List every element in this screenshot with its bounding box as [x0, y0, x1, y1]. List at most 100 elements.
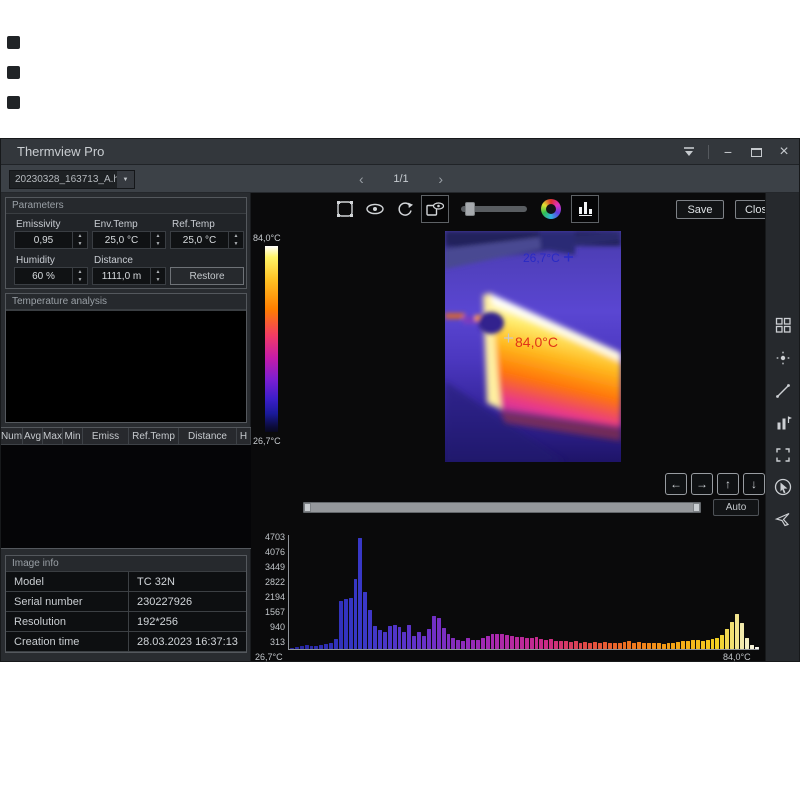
histogram-bar [755, 647, 759, 649]
file-dropdown[interactable]: 20230328_163713_A.hir ▼ [9, 170, 135, 189]
histogram-bar [358, 538, 362, 649]
grid-icon [774, 316, 792, 334]
spot-tool-button[interactable] [773, 348, 793, 368]
emissivity-value[interactable]: 0,95 [15, 232, 72, 248]
env-temp-value[interactable]: 25,0 °C [93, 232, 150, 248]
histogram-bar [344, 599, 348, 649]
image-info-group: Image info ModelTC 32N Serial number2302… [5, 555, 247, 653]
collapse-button[interactable] [680, 143, 698, 161]
histogram-bar [637, 642, 641, 649]
auto-button[interactable]: Auto [713, 499, 759, 516]
thermal-image[interactable]: 26,7°C 84,0°C [445, 231, 621, 462]
rotate-icon [395, 199, 415, 219]
histogram-bar [720, 635, 724, 649]
histogram-bar [437, 618, 441, 649]
histogram-y-tick: 1567 [251, 607, 285, 617]
humidity-stepper[interactable]: 60 % ▲▼ [14, 267, 88, 285]
save-button[interactable]: Save [676, 200, 724, 219]
histogram-bar [686, 641, 690, 649]
ref-temp-stepper[interactable]: 25,0 °C ▲▼ [170, 231, 244, 249]
overlay-toggle-button[interactable] [421, 195, 449, 223]
col-avg[interactable]: Avg [23, 428, 43, 445]
col-max[interactable]: Max [43, 428, 63, 445]
viewer-area: Save Close 84,0°C 26,7°C [251, 193, 765, 661]
spinner-down-icon[interactable]: ▼ [73, 276, 87, 284]
spinner-down-icon[interactable]: ▼ [73, 240, 87, 248]
spinner-up-icon[interactable]: ▲ [151, 268, 165, 276]
range-slider-left-handle[interactable] [304, 503, 311, 512]
maximize-button[interactable] [747, 143, 765, 161]
histogram-bar [667, 643, 671, 649]
emissivity-stepper[interactable]: 0,95 ▲▼ [14, 231, 88, 249]
frame-icon [335, 199, 355, 219]
minimize-button[interactable]: − [719, 143, 737, 161]
spinner-down-icon[interactable]: ▼ [151, 240, 165, 248]
desktop-icon[interactable] [7, 36, 20, 49]
histogram-bar [725, 629, 729, 649]
pan-up-button[interactable]: ↑ [717, 473, 739, 495]
distance-stepper[interactable]: 1111,0 m ▲▼ [92, 267, 166, 285]
spinner-up-icon[interactable]: ▲ [151, 232, 165, 240]
fullscreen-button[interactable] [773, 445, 793, 465]
line-tool-button[interactable] [773, 381, 793, 401]
histogram-toggle-button[interactable] [571, 195, 599, 223]
col-num[interactable]: Num [1, 428, 23, 445]
histogram-bar [432, 616, 436, 649]
palette-button[interactable] [539, 197, 563, 221]
col-distance[interactable]: Distance [179, 428, 237, 445]
spinner-down-icon[interactable]: ▼ [229, 240, 243, 248]
pan-right-button[interactable]: → [691, 473, 713, 495]
pointer-tool-button[interactable] [773, 509, 793, 529]
pan-left-button[interactable]: ← [665, 473, 687, 495]
histogram-bar [525, 638, 529, 649]
histogram-bars [290, 538, 758, 649]
parameters-group: Parameters Emissivity Env.Temp Ref.Temp … [5, 197, 247, 289]
histogram-y-tick: 940 [251, 622, 285, 632]
histogram-bar [510, 636, 514, 649]
opacity-slider[interactable] [461, 206, 527, 212]
grid-tool-button[interactable] [773, 315, 793, 335]
info-row: Resolution192*256 [6, 612, 246, 632]
ref-temp-value[interactable]: 25,0 °C [171, 232, 228, 248]
col-min[interactable]: Min [63, 428, 83, 445]
desktop-icon[interactable] [7, 96, 20, 109]
spinner-up-icon[interactable]: ▲ [73, 268, 87, 276]
restore-button[interactable]: Restore [170, 267, 244, 285]
rotate-button[interactable] [393, 197, 417, 221]
image-info-title: Image info [6, 556, 246, 572]
desktop-icon[interactable] [7, 66, 20, 79]
page-next-button[interactable]: › [438, 172, 443, 186]
close-window-button[interactable]: × [775, 143, 793, 161]
histogram-bar [613, 643, 617, 649]
temperature-range-slider[interactable] [303, 502, 701, 513]
histogram-bar [593, 642, 597, 649]
histogram-x-max: 84,0°C [723, 652, 751, 662]
chart-flag-icon [774, 414, 792, 432]
histogram-bar [383, 632, 387, 649]
histogram-bar [451, 638, 455, 649]
env-temp-stepper[interactable]: 25,0 °C ▲▼ [92, 231, 166, 249]
histogram-bar [310, 646, 314, 649]
collapse-icon [682, 146, 696, 158]
line-icon [774, 382, 792, 400]
col-humidity[interactable]: H [237, 428, 251, 445]
histogram-bar [623, 642, 627, 649]
spinner-down-icon[interactable]: ▼ [151, 276, 165, 284]
range-slider-right-handle[interactable] [693, 503, 700, 512]
humidity-value[interactable]: 60 % [15, 268, 72, 284]
page-prev-button[interactable]: ‹ [359, 172, 364, 186]
col-emiss[interactable]: Emiss [83, 428, 129, 445]
distance-value[interactable]: 1111,0 m [93, 268, 150, 284]
spinner-up-icon[interactable]: ▲ [229, 232, 243, 240]
col-reftemp[interactable]: Ref.Temp [129, 428, 179, 445]
opacity-slider-handle[interactable] [465, 202, 475, 216]
histogram-bar [549, 639, 553, 649]
fit-view-button[interactable] [333, 197, 357, 221]
pan-down-button[interactable]: ↓ [743, 473, 765, 495]
profile-chart-button[interactable] [773, 413, 793, 433]
histogram-bar [662, 644, 666, 649]
select-mode-button[interactable] [773, 477, 793, 497]
spinner-up-icon[interactable]: ▲ [73, 232, 87, 240]
temperature-analysis-canvas[interactable] [6, 310, 246, 422]
visibility-button[interactable] [363, 197, 387, 221]
